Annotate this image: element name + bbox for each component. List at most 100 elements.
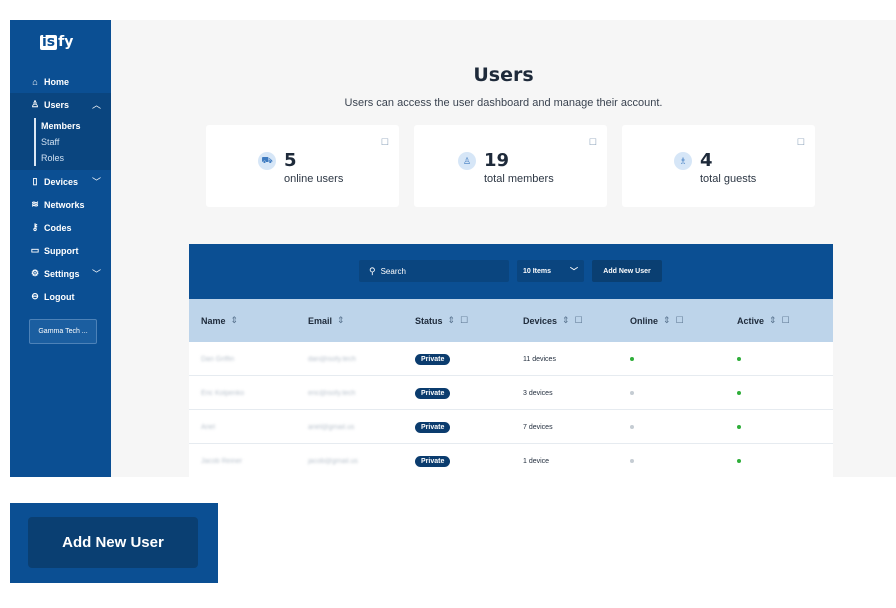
cell-active xyxy=(737,342,741,376)
active-status-dot xyxy=(737,391,741,395)
cell-active xyxy=(737,444,741,477)
edit-icon[interactable]: ☐ xyxy=(381,137,389,148)
chevron-down-icon: ﹀ xyxy=(91,269,101,279)
sidebar-item-label: Devices xyxy=(44,176,79,187)
column-header-label: Devices xyxy=(523,315,558,326)
sidebar-item-label: Codes xyxy=(44,222,72,233)
stat-label: total members xyxy=(484,173,554,185)
items-per-page-value: 10 Items xyxy=(523,267,552,275)
cell-active xyxy=(737,410,741,444)
stat-label: online users xyxy=(284,173,344,185)
chevron-down-icon: ﹀ xyxy=(570,266,578,276)
edit-icon[interactable]: ☐ xyxy=(797,137,805,148)
column-header-label: Active xyxy=(737,315,765,326)
key-icon: ⚷ xyxy=(31,222,39,232)
edit-icon[interactable]: ☐ xyxy=(782,315,790,326)
stat-card-total-guests[interactable]: ☐ ♗ 4 total guests xyxy=(622,125,815,207)
stat-card-online-users[interactable]: ☐ ⛟ 5 online users xyxy=(206,125,399,207)
isofy-logo[interactable]: is fy xyxy=(40,34,73,50)
chevron-up-icon: ︿ xyxy=(91,100,101,110)
car-icon: ⛟ xyxy=(258,152,276,170)
search-input[interactable]: ⚲ Search xyxy=(359,260,509,282)
status-badge: Private xyxy=(415,353,451,365)
cell-name: Jacob Reiner xyxy=(201,457,243,465)
logout-icon: ⊖ xyxy=(31,291,39,301)
active-status-dot xyxy=(737,459,741,463)
main-content: Users Users can access the user dashboar… xyxy=(111,20,896,477)
sidebar-item-label: Settings xyxy=(44,268,80,279)
column-header-name[interactable]: Name ⇕ xyxy=(201,299,238,342)
items-per-page-select[interactable]: 10 Items ﹀ xyxy=(517,260,584,282)
online-status-dot xyxy=(630,425,634,429)
active-indicator xyxy=(34,118,36,134)
sidebar-item-logout[interactable]: ⊖ Logout xyxy=(10,285,111,308)
sort-icon[interactable]: ⇕ xyxy=(769,315,777,326)
table-row[interactable]: Eric Kolpenko eric@isofy.tech Private 3 … xyxy=(189,376,833,410)
sidebar-subitem-staff[interactable]: Staff xyxy=(10,134,111,150)
sort-icon[interactable]: ⇕ xyxy=(663,315,671,326)
cell-status: Private xyxy=(415,342,451,376)
sidebar-item-settings[interactable]: ⚙ Settings ﹀ xyxy=(10,262,111,285)
cell-online xyxy=(630,444,634,477)
column-header-status[interactable]: Status ⇕ ☐ xyxy=(415,299,468,342)
sort-icon[interactable]: ⇕ xyxy=(448,315,456,326)
cell-email: jacob@gmail.us xyxy=(308,457,358,465)
stat-value: 19 xyxy=(484,150,510,171)
guest-icon: ♗ xyxy=(674,152,692,170)
cell-devices: 1 device xyxy=(523,457,550,465)
table-header: Name ⇕ Email ⇕ Status ⇕ ☐ Devices ⇕ ☐ On… xyxy=(189,299,833,342)
cell-devices: 11 devices xyxy=(523,355,556,363)
tenant-selector[interactable]: Gamma Tech ... xyxy=(29,319,97,344)
table-row[interactable]: Ariel ariel@gmail.us Private 7 devices xyxy=(189,410,833,444)
table-row[interactable]: Jacob Reiner jacob@gmail.us Private 1 de… xyxy=(189,444,833,477)
app-window: is fy ⌂ Home ♙ Users ︿ Members Staff Rol… xyxy=(10,20,896,477)
sidebar-subitem-roles[interactable]: Roles xyxy=(10,150,111,166)
cell-status: Private xyxy=(415,410,451,444)
sidebar-item-label: Support xyxy=(44,245,79,256)
sidebar-item-users[interactable]: ♙ Users ︿ xyxy=(10,93,111,116)
sidebar-item-home[interactable]: ⌂ Home xyxy=(10,70,111,93)
page-title: Users xyxy=(473,64,534,86)
sidebar-subitem-members[interactable]: Members xyxy=(10,118,111,134)
ticket-icon: ▭ xyxy=(30,245,40,255)
column-header-active[interactable]: Active ⇕ ☐ xyxy=(737,299,790,342)
sidebar-item-label: Logout xyxy=(44,291,75,302)
table-row[interactable]: Dan Griffin dan@isofy.tech Private 11 de… xyxy=(189,342,833,376)
sidebar-nav: ⌂ Home ♙ Users ︿ Members Staff Roles ▯ D… xyxy=(10,70,111,308)
edit-icon[interactable]: ☐ xyxy=(575,315,583,326)
edit-icon[interactable]: ☐ xyxy=(460,315,468,326)
user-icon: ♙ xyxy=(458,152,476,170)
sidebar-item-codes[interactable]: ⚷ Codes xyxy=(10,216,111,239)
gear-icon: ⚙ xyxy=(30,268,40,278)
column-header-devices[interactable]: Devices ⇕ ☐ xyxy=(523,299,583,342)
status-badge: Private xyxy=(415,455,451,467)
device-icon: ▯ xyxy=(32,176,38,186)
users-subnav: Members Staff Roles xyxy=(10,116,111,170)
sort-icon[interactable]: ⇕ xyxy=(562,315,570,326)
active-status-dot xyxy=(737,357,741,361)
sidebar-item-support[interactable]: ▭ Support xyxy=(10,239,111,262)
status-badge: Private xyxy=(415,421,451,433)
search-icon: ⚲ xyxy=(369,265,376,276)
stat-value: 5 xyxy=(284,150,297,171)
status-badge: Private xyxy=(415,387,451,399)
cell-name: Dan Griffin xyxy=(201,355,235,363)
add-new-user-button-zoomed[interactable]: Add New User xyxy=(28,517,198,568)
wifi-icon: ≋ xyxy=(31,199,39,209)
sidebar: is fy ⌂ Home ♙ Users ︿ Members Staff Rol… xyxy=(10,20,111,477)
sidebar-item-label: Home xyxy=(44,76,70,87)
add-new-user-button[interactable]: Add New User xyxy=(592,260,662,282)
column-header-email[interactable]: Email ⇕ xyxy=(308,299,345,342)
cell-online xyxy=(630,410,634,444)
sidebar-item-devices[interactable]: ▯ Devices ﹀ xyxy=(10,170,111,193)
sort-icon[interactable]: ⇕ xyxy=(231,315,239,326)
column-header-online[interactable]: Online ⇕ ☐ xyxy=(630,299,684,342)
sidebar-item-networks[interactable]: ≋ Networks xyxy=(10,193,111,216)
users-table-panel: ⚲ Search 10 Items ﹀ Add New User Name ⇕ … xyxy=(189,244,833,477)
online-status-dot xyxy=(630,391,634,395)
stat-card-total-members[interactable]: ☐ ♙ 19 total members xyxy=(414,125,607,207)
edit-icon[interactable]: ☐ xyxy=(676,315,684,326)
sidebar-subitem-label: Members xyxy=(41,121,81,131)
sort-icon[interactable]: ⇕ xyxy=(337,315,345,326)
edit-icon[interactable]: ☐ xyxy=(589,137,597,148)
